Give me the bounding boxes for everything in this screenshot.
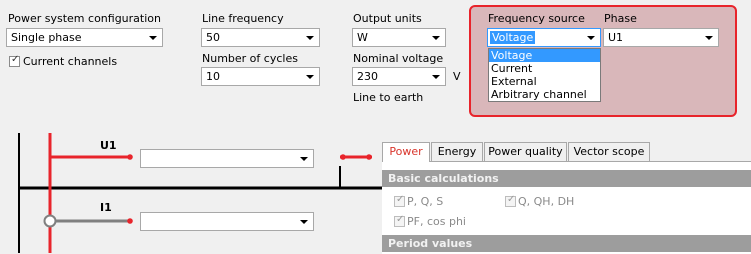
power-system-value: Single phase [11,31,82,44]
i1-channel-select[interactable] [140,212,314,231]
frequency-source-label: Frequency source [488,12,585,25]
tab-power[interactable]: Power [382,142,430,162]
pf-cos-phi-label: PF, cos phi [407,215,466,228]
nominal-voltage-select[interactable]: 230 [352,67,446,86]
power-system-select[interactable]: Single phase [6,28,163,47]
u1-channel-select[interactable] [140,149,314,168]
line-frequency-label: Line frequency [202,12,284,25]
pqs-label: P, Q, S [407,195,444,208]
i1-label: I1 [100,201,112,214]
tab-vector-scope[interactable]: Vector scope [568,142,650,161]
phase-label: Phase [604,12,637,25]
u1-label: U1 [100,139,117,152]
pf-cos-phi-checkbox[interactable]: ✓ [394,214,405,227]
frequency-option-current[interactable]: Current [489,62,600,75]
pqs-checkbox[interactable]: ✓ [394,194,405,207]
tab-power-quality[interactable]: Power quality [484,142,567,161]
frequency-option-external[interactable]: External [489,75,600,88]
chevron-down-icon [306,36,314,40]
chevron-down-icon [306,75,314,79]
tab-energy[interactable]: Energy [431,142,483,161]
line-frequency-select[interactable]: 50 [201,28,320,47]
output-units-select[interactable]: W [352,28,446,47]
number-of-cycles-label: Number of cycles [202,52,298,65]
line-to-earth-label: Line to earth [353,91,424,104]
checkmark-icon: ✓ [396,214,405,225]
chevron-down-icon [432,36,440,40]
chevron-down-icon [300,157,308,161]
phase-select[interactable]: U1 [603,28,719,47]
chevron-down-icon [587,36,595,40]
phase-value: U1 [608,31,624,44]
chevron-down-icon [432,75,440,79]
chevron-down-icon [149,36,157,40]
nominal-voltage-value: 230 [357,70,378,83]
number-of-cycles-value: 10 [206,70,220,83]
nominal-voltage-unit: V [453,70,461,83]
circuit-diagram [18,133,382,253]
current-channels-checkbox[interactable]: ✓ [9,54,20,67]
nominal-voltage-label: Nominal voltage [353,52,444,65]
frequency-source-select[interactable]: Voltage [487,28,601,47]
number-of-cycles-select[interactable]: 10 [201,67,320,86]
line-frequency-value: 50 [206,31,220,44]
q-qh-dh-label: Q, QH, DH [518,195,575,208]
u1-node [127,154,133,160]
current-clamp-icon [43,214,57,228]
basic-calculations-header: Basic calculations [382,170,751,187]
power-system-label: Power system configuration [8,12,161,25]
i1-node [127,218,133,224]
output-units-value: W [357,31,368,44]
checkmark-icon: ✓ [396,194,405,205]
u1-output-node-left [340,154,346,160]
current-channels-label: Current channels [23,55,118,68]
frequency-source-value: Voltage [490,31,536,44]
frequency-option-arbitrary-channel[interactable]: Arbitrary channel [489,88,600,101]
frequency-option-voltage[interactable]: Voltage [489,49,600,62]
q-qh-dh-checkbox[interactable]: ✓ [505,194,516,207]
checkmark-icon: ✓ [11,54,20,65]
output-units-label: Output units [353,12,422,25]
chevron-down-icon [705,36,713,40]
chevron-down-icon [300,220,308,224]
frequency-source-dropdown: Voltage Current External Arbitrary chann… [488,48,601,102]
period-values-header: Period values [382,235,751,252]
checkmark-icon: ✓ [507,194,516,205]
u1-output-node-right [366,154,372,160]
